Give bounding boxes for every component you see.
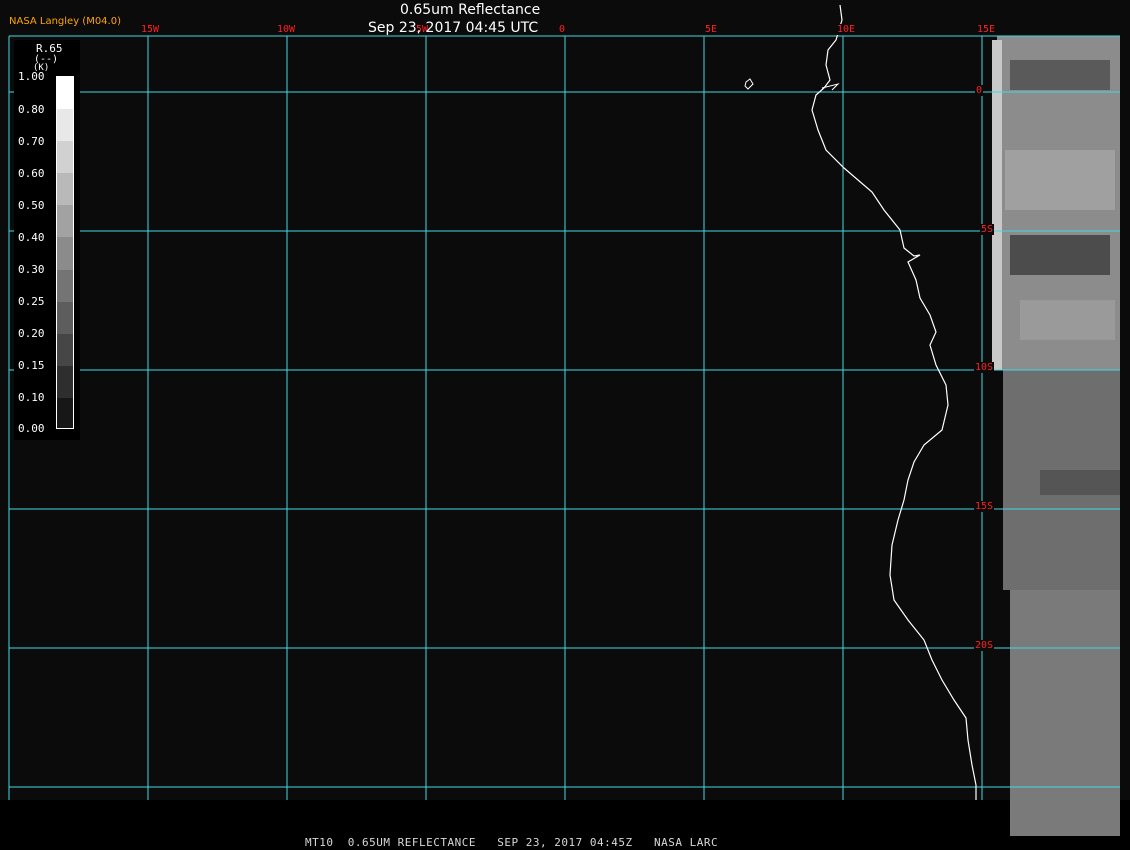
timestamp: Sep 23, 2017 04:45 UTC <box>368 20 539 36</box>
footer-caption: MT10 0.65UM REFLECTANCE SEP 23, 2017 04:… <box>305 836 719 849</box>
cloud-band-5 <box>1040 470 1120 495</box>
legend-tick: 0.60 <box>18 167 45 180</box>
legend-tick: 0.20 <box>18 327 45 340</box>
cloud-band-4 <box>1020 300 1115 340</box>
lon-label: 15W <box>140 24 161 35</box>
lon-label: 15E <box>976 24 997 35</box>
lon-label: 5E <box>704 24 719 35</box>
legend-tick: 0.15 <box>18 359 45 372</box>
legend-swatch <box>57 333 73 367</box>
lat-label: 10S <box>974 362 995 373</box>
legend-swatch <box>57 397 73 428</box>
legend-swatch <box>57 141 73 175</box>
legend-tick: 0.00 <box>18 422 45 435</box>
satellite-imagery <box>992 36 1120 836</box>
legend-swatch <box>57 109 73 143</box>
cloud-band-3 <box>1010 235 1110 275</box>
legend-swatch <box>57 77 73 111</box>
lon-label: 0 <box>558 24 567 35</box>
imagery-south <box>1010 590 1120 836</box>
lat-label: 5S <box>980 224 995 235</box>
lat-label: 0 <box>975 85 984 96</box>
legend-swatch <box>57 365 73 399</box>
lon-label: 10W <box>276 24 297 35</box>
map-frame: 15W 10W 5W 0 5E 10E 15E 0 5S 10S 15S 20S… <box>0 0 1130 850</box>
legend-tick: 0.70 <box>18 135 45 148</box>
lat-label: 15S <box>974 501 995 512</box>
map-canvas[interactable] <box>0 0 1130 850</box>
legend-swatch <box>57 269 73 303</box>
legend-swatch <box>57 301 73 335</box>
cloud-band-1 <box>1010 60 1110 90</box>
legend-tick: 0.30 <box>18 263 45 276</box>
legend-tick: 0.40 <box>18 231 45 244</box>
legend-tick: 0.25 <box>18 295 45 308</box>
legend-swatch <box>57 237 73 271</box>
page-title: 0.65um Reflectance <box>400 2 541 18</box>
bright-edge <box>992 40 1002 370</box>
legend-tick: 0.50 <box>18 199 45 212</box>
legend-swatch <box>57 205 73 239</box>
legend-swatch <box>57 173 73 207</box>
lon-label: 10E <box>836 24 857 35</box>
legend-tick: 1.00 <box>18 70 45 83</box>
color-legend: R.65 (--) (K) 1.00 0.80 0.70 0.60 0.50 0… <box>14 40 80 440</box>
legend-colorbar <box>56 76 74 429</box>
source-label: NASA Langley (M04.0) <box>9 16 121 27</box>
lat-label: 20S <box>974 640 995 651</box>
legend-tick: 0.10 <box>18 391 45 404</box>
cloud-band-2 <box>1005 150 1115 210</box>
legend-tick: 0.80 <box>18 103 45 116</box>
